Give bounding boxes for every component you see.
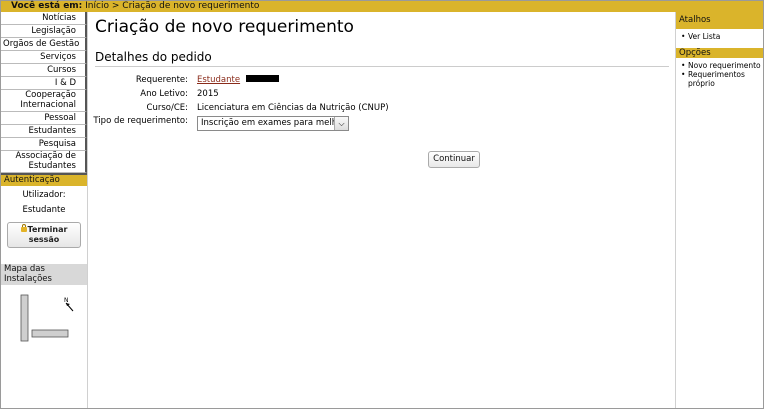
breadcrumb-separator: > bbox=[111, 1, 120, 11]
page-title: Criação de novo requerimento bbox=[95, 17, 354, 37]
requerente-link[interactable]: Estudante bbox=[197, 75, 240, 85]
campus-map-icon: N bbox=[20, 294, 74, 342]
shortcuts-heading: Atalhos bbox=[676, 12, 763, 29]
nav-item-associacao-de-estudantes[interactable]: Associação de Estudantes bbox=[1, 151, 87, 173]
shortcuts-list: Ver Lista bbox=[676, 29, 763, 46]
option-novo-requerimento[interactable]: Novo requerimento bbox=[681, 61, 761, 71]
curso-label: Curso/CE: bbox=[146, 103, 188, 113]
auth-user-value: Estudante bbox=[22, 205, 66, 215]
section-title: Detalhes do pedido bbox=[95, 49, 669, 67]
right-sidebar: Atalhos Ver Lista Opções Novo requerimen… bbox=[675, 12, 763, 408]
lock-icon bbox=[20, 224, 27, 232]
left-sidebar: Notícias Legislação Orgãos de Gestão Ser… bbox=[1, 12, 88, 408]
ano-letivo-row: Ano Letivo: 2015 bbox=[95, 87, 669, 101]
breadcrumb: Você está em: Início > Criação de novo r… bbox=[1, 1, 763, 12]
tipo-requerimento-select[interactable]: Inscrição em exames para melhoria ⌵ bbox=[197, 116, 349, 131]
nav-item-noticias[interactable]: Notícias bbox=[1, 12, 87, 25]
breadcrumb-current: Criação de novo requerimento bbox=[122, 1, 260, 11]
nav-item-servicos[interactable]: Serviços bbox=[1, 51, 87, 64]
tipo-label: Tipo de requerimento: bbox=[93, 116, 188, 126]
tipo-selected-value: Inscrição em exames para melhoria bbox=[201, 118, 349, 128]
auth-user-label: Utilizador: bbox=[22, 190, 66, 200]
option-requerimentos-proprio[interactable]: Requerimentos próprio bbox=[681, 70, 761, 88]
breadcrumb-prefix: Você está em: bbox=[11, 1, 83, 11]
main-content: Criação de novo requerimento Detalhes do… bbox=[93, 12, 669, 168]
auth-heading: Autenticação bbox=[1, 175, 87, 186]
curso-row: Curso/CE: Licenciatura em Ciências da Nu… bbox=[95, 101, 669, 115]
requerente-row: Requerente: Estudante bbox=[95, 73, 669, 87]
redacted-block bbox=[246, 75, 280, 82]
chevron-down-icon: ⌵ bbox=[334, 117, 348, 130]
requerente-label: Requerente: bbox=[135, 75, 188, 85]
options-list: Novo requerimento Requerimentos próprio bbox=[676, 58, 763, 93]
nav-item-legislacao[interactable]: Legislação bbox=[1, 25, 87, 38]
ano-letivo-value: 2015 bbox=[197, 89, 219, 99]
request-form: Requerente: Estudante Ano Letivo: 2015 C… bbox=[93, 73, 669, 133]
map-heading: Mapa das Instalações bbox=[1, 264, 87, 285]
map-thumbnail[interactable]: N bbox=[1, 285, 87, 345]
nav-item-pesquisa[interactable]: Pesquisa bbox=[1, 138, 87, 151]
logout-button[interactable]: Terminar sessão bbox=[7, 222, 81, 248]
nav-item-orgaos-de-gestao[interactable]: Orgãos de Gestão bbox=[1, 38, 87, 51]
breadcrumb-home-link[interactable]: Início bbox=[85, 1, 109, 11]
options-heading: Opções bbox=[676, 47, 763, 58]
shortcut-ver-lista[interactable]: Ver Lista bbox=[681, 32, 761, 42]
ano-letivo-label: Ano Letivo: bbox=[140, 89, 188, 99]
curso-value: Licenciatura em Ciências da Nutrição (CN… bbox=[197, 103, 389, 113]
continue-button[interactable]: Continuar bbox=[428, 151, 480, 168]
logout-label: Terminar sessão bbox=[27, 225, 68, 244]
tipo-row: Tipo de requerimento: Inscrição em exame… bbox=[93, 115, 669, 133]
